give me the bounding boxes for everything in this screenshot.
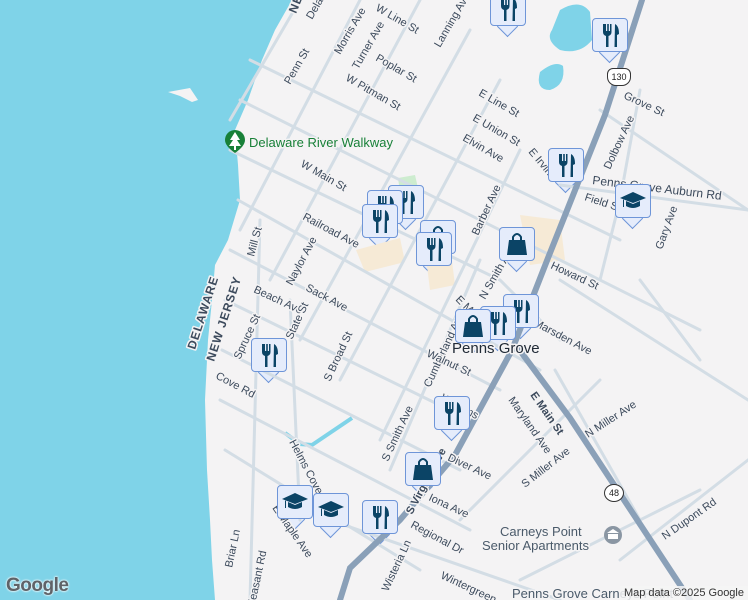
shopping-bag-icon <box>503 230 531 258</box>
street-label: Marsden Ave <box>532 317 594 358</box>
senior-apartments-label: Senior Apartments <box>482 538 589 553</box>
shopping-marker[interactable] <box>499 227 535 261</box>
shopping-marker[interactable] <box>405 452 441 486</box>
fork-knife-icon <box>366 503 394 531</box>
graduation-cap-icon <box>281 488 309 516</box>
shopping-bag-icon <box>409 455 437 483</box>
street-label: Gary Ave <box>654 205 681 251</box>
shopping-bag-icon <box>459 312 487 340</box>
street-label: Pleasant Rd <box>245 550 269 600</box>
restaurant-marker[interactable] <box>416 232 452 266</box>
street-label: W Pitman St <box>344 72 403 113</box>
restaurant-marker[interactable] <box>592 18 628 52</box>
fork-knife-icon <box>552 151 580 179</box>
street-label: W Main St <box>299 158 349 194</box>
fork-knife-icon <box>255 341 283 369</box>
school-marker[interactable] <box>277 485 313 519</box>
fork-knife-icon <box>494 0 522 23</box>
senior-apartments-label: Carneys Point <box>500 524 582 539</box>
restaurant-marker[interactable] <box>362 204 398 238</box>
graduation-cap-icon <box>619 187 647 215</box>
google-logo: Google <box>6 575 69 596</box>
graduation-cap-icon <box>317 496 345 524</box>
walkway-label: Delaware River Walkway <box>249 135 393 150</box>
street-label: Wisteria Ln <box>380 538 414 593</box>
street-label: Delaware Ave <box>304 0 348 21</box>
pond <box>538 64 564 90</box>
map-attribution[interactable]: Map data ©2025 Google <box>619 586 748 600</box>
fork-knife-icon <box>366 207 394 235</box>
pond <box>549 4 592 52</box>
fork-knife-icon <box>438 399 466 427</box>
restaurant-marker[interactable] <box>490 0 526 26</box>
restaurant-marker[interactable] <box>548 148 584 182</box>
restaurant-marker[interactable] <box>434 396 470 430</box>
route-48-shield: 48 <box>604 484 624 502</box>
street-label: S Broad St <box>322 330 355 383</box>
school-marker[interactable] <box>313 493 349 527</box>
street-label: Cove Rd <box>214 370 257 401</box>
fork-knife-icon <box>596 21 624 49</box>
street-label: Mill St <box>245 226 264 258</box>
street-label: Lanning Ave <box>432 0 473 49</box>
shopping-marker[interactable] <box>455 309 491 343</box>
us-130-shield: 130 <box>607 68 631 86</box>
restaurant-marker[interactable] <box>362 500 398 534</box>
street-label: Grove St <box>622 90 666 119</box>
school-marker[interactable] <box>615 184 651 218</box>
street-label: Briar Ln <box>223 528 243 568</box>
fork-knife-icon <box>420 235 448 263</box>
street-label: Penn St <box>282 47 312 87</box>
street-label: Poplar St <box>374 52 419 85</box>
street-label: Iona Ave <box>427 492 471 521</box>
street-label: N Dupont Rd <box>660 496 719 542</box>
street-label: N Miller Ave <box>583 399 639 441</box>
restaurant-marker[interactable] <box>251 338 287 372</box>
street-label: Sack Ave <box>304 282 350 314</box>
